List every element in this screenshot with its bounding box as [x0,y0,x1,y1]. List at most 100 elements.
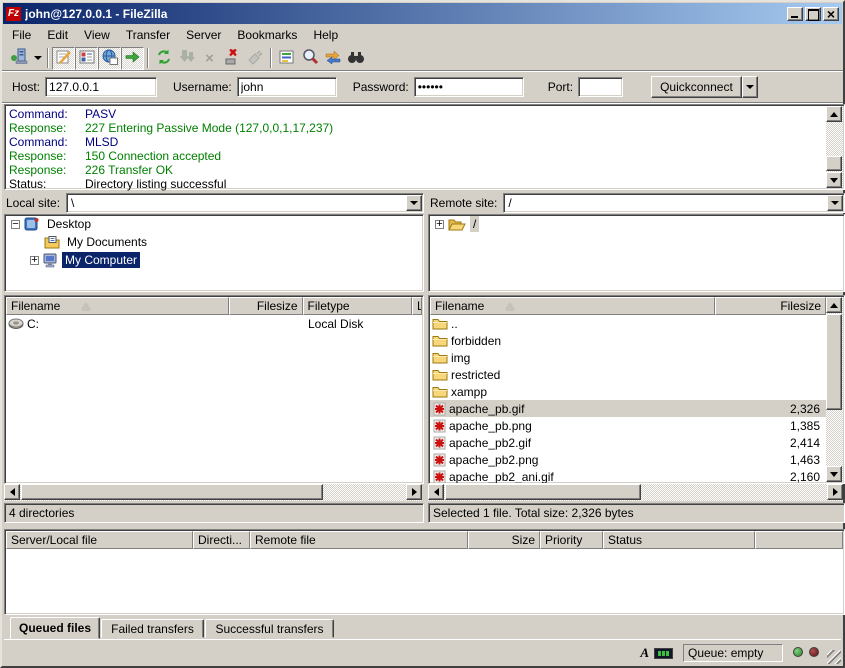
scrollbar-thumb[interactable] [21,484,323,500]
queue-list-area[interactable] [6,549,843,613]
synchronized-browsing-button[interactable] [321,47,344,70]
reconnect-button[interactable] [244,47,267,70]
transfer-type-indicator-icon: A [640,645,649,661]
scroll-right-button[interactable] [406,484,422,500]
tree-item-root[interactable]: / [429,215,844,233]
menu-help[interactable]: Help [305,27,346,43]
scroll-down-button[interactable] [826,172,842,188]
menu-server[interactable]: Server [178,27,229,43]
tab-successful-transfers[interactable]: Successful transfers [205,619,334,638]
remote-file-row[interactable]: xampp [430,383,826,400]
quickconnect-button[interactable]: Quickconnect [651,76,742,98]
port-input[interactable] [578,77,623,97]
remote-site-combobox[interactable]: / [503,193,845,213]
menu-edit[interactable]: Edit [39,27,76,43]
scroll-right-button[interactable] [827,484,843,500]
combo-dropdown-button[interactable] [406,195,422,211]
remote-file-row[interactable]: restricted [430,366,826,383]
scroll-left-button[interactable] [4,484,20,500]
local-file-row[interactable]: C: Local Disk [6,315,422,332]
log-scrollbar[interactable] [826,106,843,188]
remote-file-row[interactable]: apache_pb2.gif 2,414 [430,434,826,451]
file-size: 1,385 [715,419,826,433]
refresh-button[interactable] [152,47,175,70]
close-button[interactable] [823,7,839,21]
menu-view[interactable]: View [76,27,118,43]
tab-queued-files[interactable]: Queued files [10,617,100,639]
maximize-button[interactable] [805,7,821,21]
tab-failed-transfers[interactable]: Failed transfers [101,619,204,638]
menu-transfer[interactable]: Transfer [118,27,178,43]
scrollbar-thumb[interactable] [826,314,842,410]
expand-icon[interactable] [30,256,39,265]
tree-item-my-documents[interactable]: My Documents [5,233,423,251]
remote-file-row[interactable]: forbidden [430,332,826,349]
remote-horizontal-scrollbar[interactable] [428,484,843,501]
local-site-combobox[interactable]: \ [66,193,424,213]
toggle-local-tree-button[interactable] [75,47,98,70]
scroll-down-button[interactable] [826,466,842,482]
scrollbar-thumb[interactable] [826,156,842,171]
tree-item-label: Desktop [44,216,94,232]
scrollbar-thumb[interactable] [445,484,641,500]
column-header-last-modified[interactable]: L [412,297,422,315]
combo-dropdown-button[interactable] [827,195,843,211]
file-name: apache_pb2.gif [449,436,531,450]
column-header-remote-file[interactable]: Remote file [250,531,468,549]
resize-grip[interactable] [827,650,841,664]
column-header-direction[interactable]: Directi... [193,531,250,549]
column-header-filesize[interactable]: Filesize [229,297,303,315]
process-queue-icon [178,48,196,69]
remote-vertical-scrollbar[interactable] [826,297,843,482]
local-horizontal-scrollbar[interactable] [4,484,422,501]
minimize-button[interactable] [787,7,803,21]
file-name: img [451,351,470,365]
status-bar: A Queue: empty [4,639,841,664]
column-header-status[interactable]: Status [603,531,755,549]
column-header-filetype[interactable]: Filetype [303,297,412,315]
menu-bookmarks[interactable]: Bookmarks [229,27,305,43]
toggle-remote-tree-button[interactable] [98,47,121,70]
remote-file-row[interactable]: apache_pb2.png 1,463 [430,451,826,468]
remote-file-row[interactable]: img [430,349,826,366]
column-header-size[interactable]: Size [468,531,540,549]
folder-icon [432,368,448,381]
site-manager-dropdown-button[interactable] [31,47,44,70]
disconnect-button[interactable] [221,47,244,70]
refresh-icon [155,48,173,69]
toolbar-separator [147,48,149,68]
collapse-icon[interactable] [11,220,20,229]
log-view-icon [55,48,73,69]
queue-status-field: Queue: empty [683,644,783,662]
remote-file-row[interactable]: apache_pb2_ani.gif 2,160 [430,468,826,484]
menu-file[interactable]: File [4,27,39,43]
tree-item-label: / [470,216,479,232]
find-files-button[interactable] [344,47,367,70]
scroll-up-button[interactable] [826,106,842,122]
cancel-operation-button[interactable]: × [198,47,221,70]
toggle-queue-view-button[interactable] [121,47,144,70]
tree-item-my-computer[interactable]: My Computer [5,251,423,269]
expand-icon[interactable] [435,220,444,229]
site-manager-button[interactable] [8,47,31,70]
toggle-log-view-button[interactable] [52,47,75,70]
scroll-up-button[interactable] [826,297,842,313]
quickconnect-dropdown-button[interactable] [742,76,758,98]
remote-file-row[interactable]: .. [430,315,826,332]
filter-button[interactable] [275,47,298,70]
remote-file-row-selected[interactable]: apache_pb.gif 2,326 [430,400,826,417]
log-line-label: Command: [9,135,85,149]
column-header-priority[interactable]: Priority [540,531,603,549]
column-header-server-local-file[interactable]: Server/Local file [6,531,193,549]
tree-item-desktop[interactable]: Desktop [5,215,423,233]
username-input[interactable] [237,77,337,97]
remote-file-row[interactable]: apache_pb.png 1,385 [430,417,826,434]
password-input[interactable] [414,77,524,97]
column-header-filename[interactable]: Filename [6,297,229,315]
process-queue-button[interactable] [175,47,198,70]
column-header-filename[interactable]: Filename [430,297,715,315]
column-header-filesize[interactable]: Filesize [715,297,826,315]
host-input[interactable] [45,77,157,97]
directory-comparison-button[interactable] [298,47,321,70]
scroll-left-button[interactable] [428,484,444,500]
